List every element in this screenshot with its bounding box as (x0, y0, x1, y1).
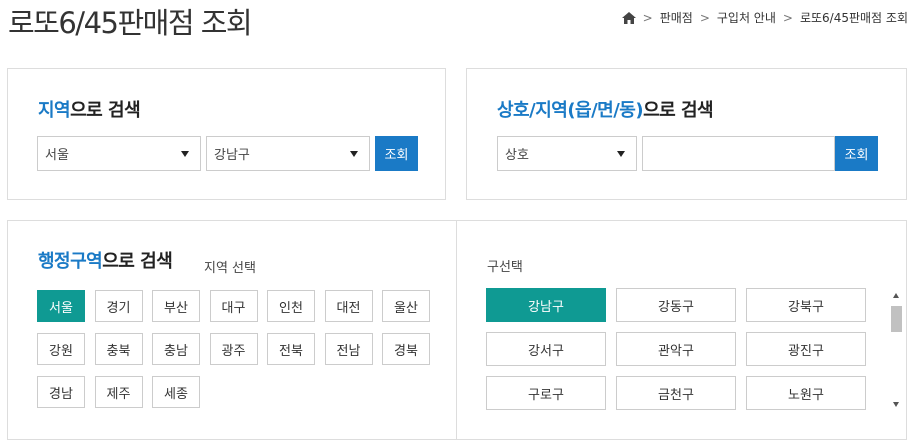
breadcrumb-separator-icon: > (699, 10, 710, 25)
region-chip[interactable]: 경기 (94, 290, 143, 322)
breadcrumb-item-current: 로또6/45판매점 조회 (799, 11, 908, 25)
breadcrumb-separator-icon: > (782, 10, 793, 25)
region-chip[interactable]: 세종 (152, 376, 200, 408)
region-chip[interactable]: 경남 (37, 376, 85, 408)
district-button-grid: 강남구 강동구 강북구강서구 관악구 광진구구로구 금천구 노원구 (486, 288, 886, 418)
region-chip[interactable]: 부산 (152, 290, 200, 322)
region-chip[interactable]: 경북 (382, 333, 430, 365)
district-select[interactable]: 강남구 (206, 136, 370, 171)
district-button[interactable]: 강동구 (616, 288, 736, 322)
region-chip[interactable]: 충북 (94, 333, 143, 365)
breadcrumb-item[interactable]: 구입처 안내 (717, 9, 776, 26)
region-chip[interactable]: 울산 (382, 290, 430, 322)
region-chip[interactable]: 인천 (267, 290, 315, 322)
region-chip[interactable]: 광주 (209, 333, 258, 365)
region-chip[interactable]: 서울 (37, 290, 85, 322)
region-chip[interactable]: 대전 (324, 290, 373, 322)
scroll-thumb[interactable] (891, 306, 902, 332)
district-button[interactable]: 광진구 (746, 332, 866, 366)
region-chip[interactable]: 제주 (94, 376, 143, 408)
district-scrollbar[interactable] (890, 289, 903, 411)
breadcrumb-separator-icon: > (642, 10, 653, 25)
region-chip[interactable]: 충남 (152, 333, 200, 365)
scroll-up-arrow-icon[interactable] (893, 293, 899, 298)
dropdown-arrow-icon (181, 151, 189, 157)
scroll-down-arrow-icon[interactable] (893, 402, 899, 407)
admin-area-search-panel: 행정구역으로 검색 지역 선택 서울 경기 부산 대구 인천 대전 울산강원 충북 충남 광주 전북… (7, 220, 907, 440)
shop-search-title: 상호/지역(읍/면/동)으로 검색 (497, 100, 714, 121)
region-search-title: 지역으로 검색 (38, 100, 141, 121)
district-button[interactable]: 구로구 (486, 376, 606, 410)
district-button[interactable]: 노원구 (746, 376, 866, 410)
admin-search-title: 행정구역으로 검색 (38, 251, 173, 272)
region-search-button[interactable]: 조회 (375, 136, 418, 171)
breadcrumb-item[interactable]: 판매점 (660, 9, 693, 26)
dropdown-arrow-icon (617, 151, 625, 157)
district-button[interactable]: 강북구 (746, 288, 866, 322)
shop-search-button[interactable]: 조회 (835, 136, 878, 171)
region-chip[interactable]: 전북 (267, 333, 315, 365)
district-button[interactable]: 관악구 (616, 332, 736, 366)
search-type-select[interactable]: 상호 (497, 136, 637, 171)
panel-divider (456, 221, 457, 439)
district-button[interactable]: 강서구 (486, 332, 606, 366)
region-chip[interactable]: 대구 (209, 290, 258, 322)
city-select[interactable]: 서울 (37, 136, 201, 171)
home-icon[interactable] (621, 11, 636, 24)
district-select-label: 구선택 (487, 260, 523, 275)
page-title: 로또6/45판매점 조회 (8, 6, 253, 40)
breadcrumb: > 판매점 > 구입처 안내 > 로또6/45판매점 조회 (621, 9, 908, 26)
dropdown-arrow-icon (350, 151, 358, 157)
district-button[interactable]: 강남구 (486, 288, 606, 322)
shop-search-input[interactable] (642, 136, 835, 171)
region-select-label: 지역 선택 (204, 261, 256, 276)
region-search-panel: 지역으로 검색 서울 강남구 조회 (7, 68, 446, 200)
region-chip[interactable]: 전남 (324, 333, 373, 365)
district-button[interactable]: 금천구 (616, 376, 736, 410)
region-chip[interactable]: 강원 (37, 333, 85, 365)
shop-search-panel: 상호/지역(읍/면/동)으로 검색 상호 조회 (466, 68, 907, 200)
